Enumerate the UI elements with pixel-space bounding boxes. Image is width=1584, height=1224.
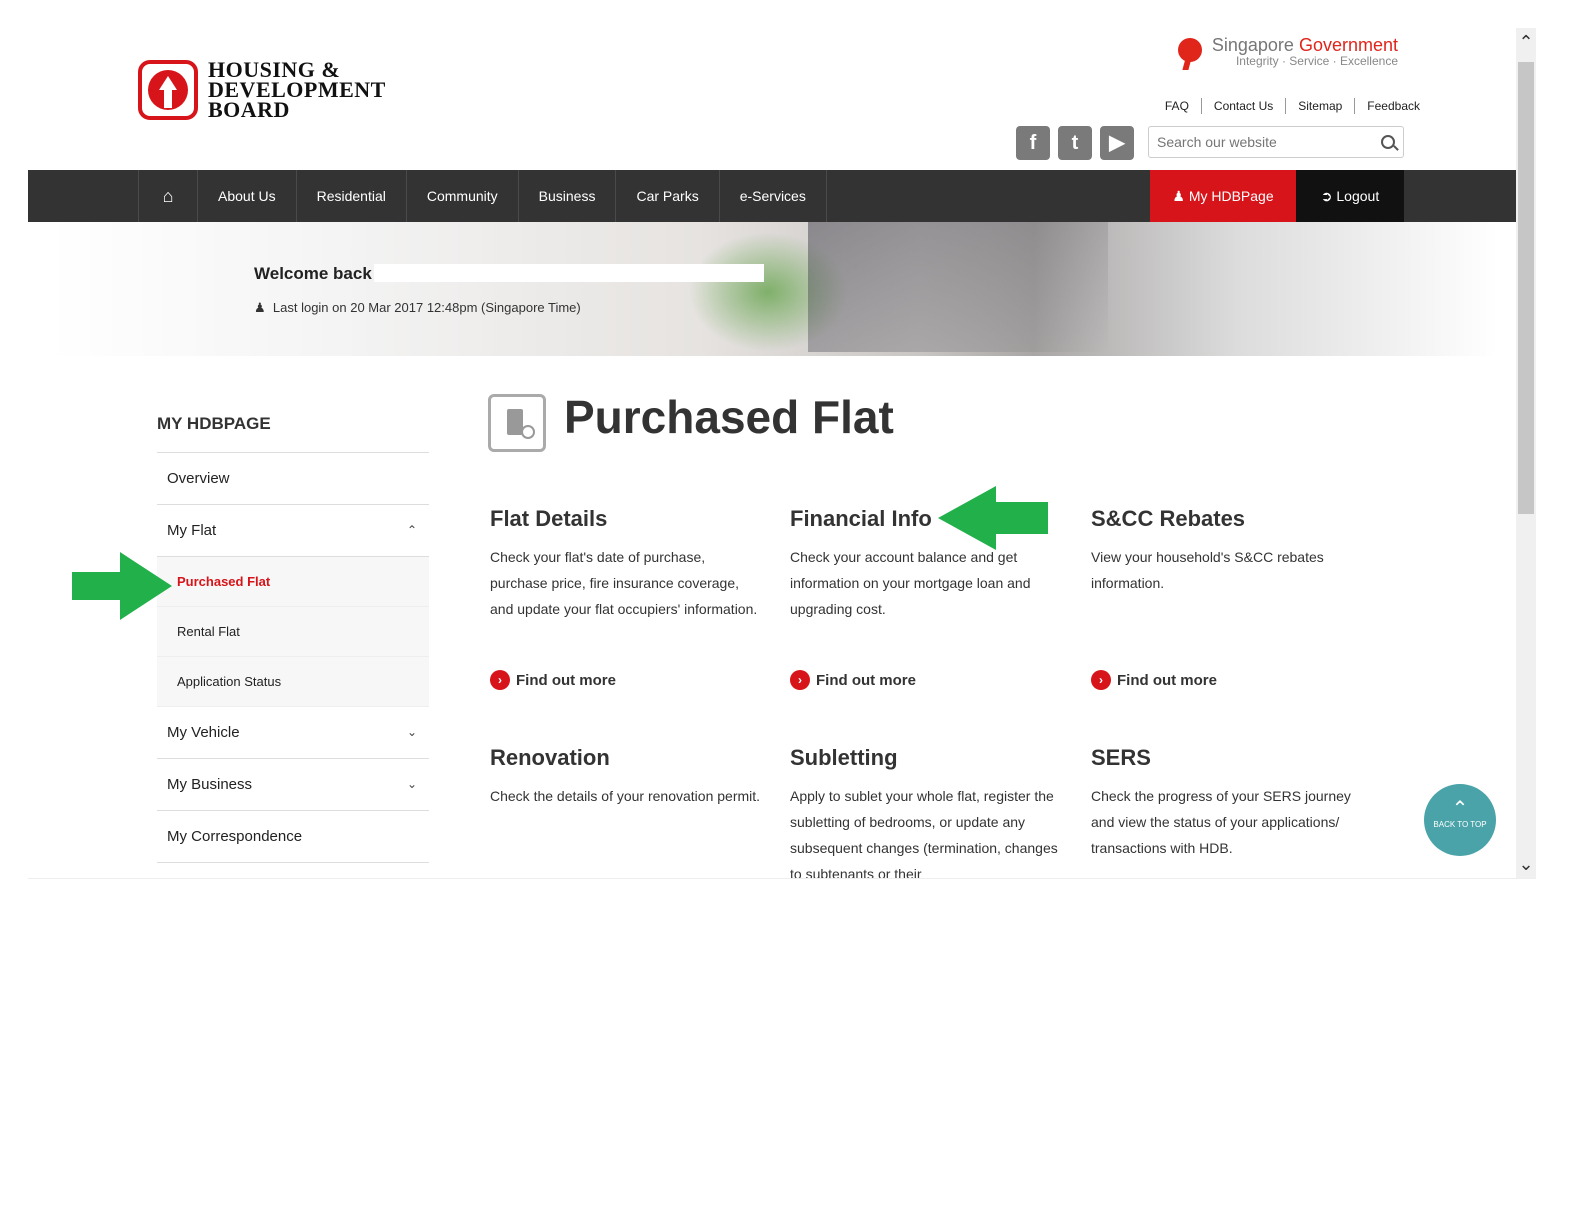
card-sers: SERS Check the progress of your SERS jou… (1091, 745, 1367, 861)
faq-link[interactable]: FAQ (1153, 98, 1202, 114)
card-scc-rebates: S&CC Rebates View your household's S&CC … (1091, 506, 1367, 596)
card-desc: View your household's S&CC rebates infor… (1091, 549, 1324, 591)
sidebar-title: MY HDBPAGE (157, 414, 271, 433)
search-input[interactable] (1155, 127, 1369, 157)
facebook-icon[interactable]: f (1016, 126, 1050, 160)
sidebar-item-purchased-flat[interactable]: Purchased Flat (157, 557, 429, 607)
hdb-logo-icon (138, 60, 198, 120)
chevron-right-icon: › (1091, 670, 1111, 690)
card-title[interactable]: Flat Details (490, 506, 766, 532)
sgov-tagline: Integrity · Service · Excellence (1235, 54, 1398, 68)
my-hdbpage-button[interactable]: ♟ My HDBPage (1150, 170, 1296, 222)
chevron-up-icon: ⌃ (1451, 798, 1469, 820)
card-title[interactable]: Financial Info (790, 506, 1066, 532)
feedback-link[interactable]: Feedback (1355, 98, 1420, 114)
find-out-more-link[interactable]: › Find out more (1091, 670, 1217, 690)
card-desc: Check your account balance and get infor… (790, 549, 1031, 617)
card-renovation: Renovation Check the details of your ren… (490, 745, 766, 809)
chevron-down-icon: ⌄ (406, 777, 417, 791)
card-title[interactable]: Subletting (790, 745, 1066, 771)
chevron-right-icon: › (490, 670, 510, 690)
welcome-banner (48, 222, 1498, 356)
twitter-icon[interactable]: t (1058, 126, 1092, 160)
nav-residential[interactable]: Residential (295, 170, 406, 222)
card-desc: Check your flat's date of purchase, purc… (490, 549, 758, 617)
card-subletting: Subletting Apply to sublet your whole fl… (790, 745, 1066, 879)
scroll-thumb[interactable] (1518, 62, 1534, 514)
sidebar-item-my-correspondence[interactable]: My Correspondence (157, 811, 429, 863)
find-out-more-link[interactable]: › Find out more (790, 670, 916, 690)
welcome-text: Welcome back (254, 264, 372, 283)
browser-viewport: HOUSING & DEVELOPMENT BOARD Singapore Go… (28, 28, 1536, 879)
search-icon[interactable] (1381, 135, 1395, 149)
green-arrow-right-icon (72, 552, 172, 620)
scroll-up-icon[interactable]: ⌃ (1516, 28, 1536, 56)
card-desc: Check the progress of your SERS journey … (1091, 788, 1351, 856)
chevron-up-icon: ⌃ (406, 523, 417, 537)
lion-head-icon (1176, 34, 1206, 70)
hdb-logo[interactable]: HOUSING & DEVELOPMENT BOARD (138, 57, 386, 122)
hdb-logo-text: HOUSING & DEVELOPMENT BOARD (208, 57, 386, 122)
vertical-scrollbar[interactable]: ⌃ ⌄ (1516, 28, 1536, 878)
scroll-down-icon[interactable]: ⌄ (1516, 850, 1536, 878)
singapore-government-logo[interactable]: Singapore Government Integrity · Service… (1176, 34, 1398, 70)
card-title[interactable]: SERS (1091, 745, 1367, 771)
nav-about-us[interactable]: About Us (197, 170, 296, 222)
nav-business[interactable]: Business (517, 170, 616, 222)
logout-icon: ➲ (1320, 188, 1333, 204)
main-nav: ⌂ About Us Residential Community Busines… (28, 170, 1516, 222)
card-desc: Apply to sublet your whole flat, registe… (790, 788, 1058, 879)
nav-e-services[interactable]: e-Services (718, 170, 827, 222)
card-title[interactable]: Renovation (490, 745, 766, 771)
card-flat-details: Flat Details Check your flat's date of p… (490, 506, 766, 622)
home-icon[interactable]: ⌂ (138, 170, 197, 222)
sitemap-link[interactable]: Sitemap (1286, 98, 1356, 114)
sidebar-item-my-business[interactable]: My Business ⌄ (157, 759, 429, 811)
sidebar-item-rental-flat[interactable]: Rental Flat (157, 607, 429, 657)
chevron-right-icon: › (790, 670, 810, 690)
find-out-more-link[interactable]: › Find out more (490, 670, 616, 690)
top-links: FAQ Contact Us Sitemap Feedback (1153, 98, 1420, 114)
back-to-top-button[interactable]: ⌃ BACK TO TOP (1424, 784, 1496, 856)
logout-button[interactable]: ➲ Logout (1296, 170, 1404, 222)
user-icon: ♟ (1172, 188, 1185, 204)
card-financial-info: Financial Info Check your account balanc… (790, 506, 1066, 622)
card-title[interactable]: S&CC Rebates (1091, 506, 1367, 532)
user-icon: ♟ (254, 300, 266, 315)
youtube-icon[interactable]: ▶ (1100, 126, 1134, 160)
last-login-text: ♟ Last login on 20 Mar 2017 12:48pm (Sin… (254, 300, 581, 315)
social-links: f t ▶ (1016, 126, 1134, 160)
sidebar-item-overview[interactable]: Overview (157, 453, 429, 505)
contact-us-link[interactable]: Contact Us (1202, 98, 1287, 114)
page-title: Purchased Flat (564, 391, 894, 443)
sidebar-item-my-vehicle[interactable]: My Vehicle ⌄ (157, 707, 429, 759)
search-box (1148, 126, 1404, 158)
sidebar-item-application-status[interactable]: Application Status (157, 657, 429, 707)
redacted-username (374, 264, 764, 282)
sidebar-menu: Overview My Flat ⌃ Purchased Flat Rental … (157, 452, 429, 863)
sidebar-item-my-flat[interactable]: My Flat ⌃ (157, 505, 429, 557)
building-key-icon (488, 394, 546, 452)
card-desc: Check the details of your renovation per… (490, 788, 761, 804)
nav-community[interactable]: Community (405, 170, 518, 222)
chevron-down-icon: ⌄ (406, 725, 417, 739)
nav-car-parks[interactable]: Car Parks (615, 170, 718, 222)
